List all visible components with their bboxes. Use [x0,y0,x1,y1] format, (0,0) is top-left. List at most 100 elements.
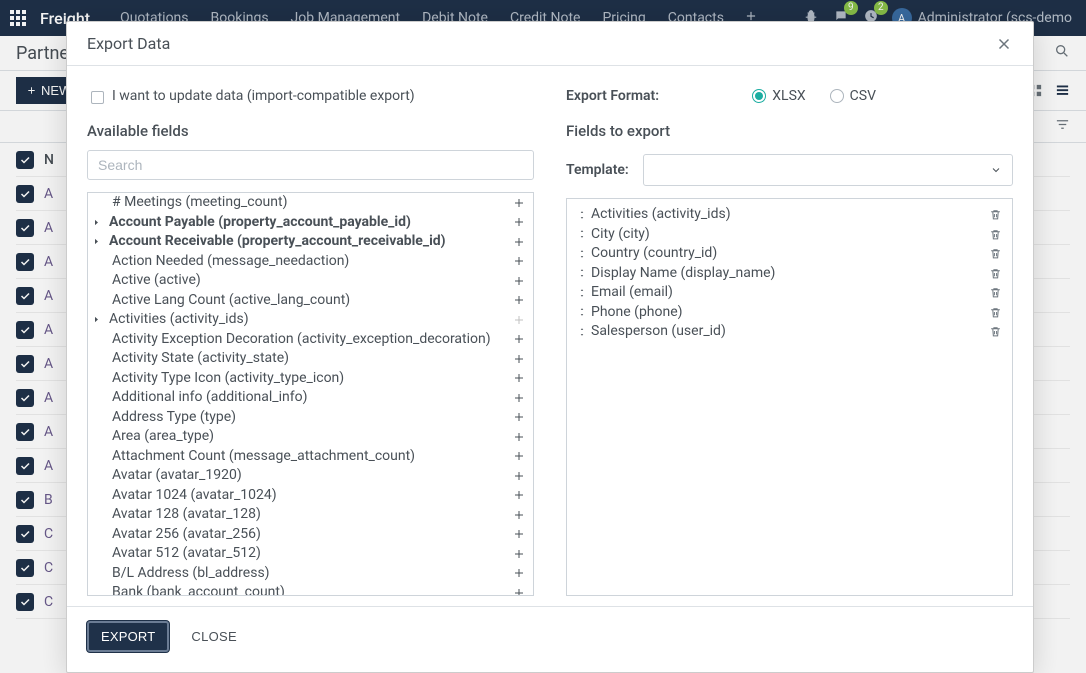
export-field-label: Salesperson (user_id) [591,322,726,342]
field-label: Avatar 256 (avatar_256) [96,525,261,545]
template-select[interactable] [643,154,1013,186]
chevron-down-icon [990,164,1002,176]
export-field-label: City (city) [591,225,650,245]
caret-icon[interactable] [92,315,104,324]
caret-icon[interactable] [92,237,104,246]
available-field[interactable]: Activity State (activity_state) [88,349,533,369]
drag-handle-icon[interactable] [577,229,587,239]
field-label: Account Receivable (property_account_rec… [105,232,446,252]
available-field[interactable]: Bank (bank_account_count) [88,583,533,596]
add-field-icon[interactable] [513,275,525,287]
add-field-icon[interactable] [513,411,525,423]
export-button[interactable]: EXPORT [87,621,169,652]
drag-handle-icon[interactable] [577,268,587,278]
add-field-icon[interactable] [513,450,525,462]
remove-field-icon[interactable] [989,306,1002,319]
available-field[interactable]: Account Receivable (property_account_rec… [88,232,533,252]
add-field-icon[interactable] [513,197,525,209]
available-field[interactable]: Avatar 512 (avatar_512) [88,544,533,564]
available-field[interactable]: Activities (activity_ids) [88,310,533,330]
drag-handle-icon[interactable] [577,249,587,259]
remove-field-icon[interactable] [989,267,1002,280]
remove-field-icon[interactable] [989,208,1002,221]
add-field-icon[interactable] [513,255,525,267]
radio-xlsx[interactable]: XLSX [752,88,805,104]
available-field[interactable]: Avatar (avatar_1920) [88,466,533,486]
add-field-icon[interactable] [513,216,525,228]
modal-title: Export Data [87,34,170,53]
radio-dot [830,89,844,103]
field-label: Avatar (avatar_1920) [96,466,242,486]
export-field[interactable]: Email (email) [573,283,1006,303]
available-field[interactable]: Account Payable (property_account_payabl… [88,213,533,233]
add-field-icon[interactable] [513,548,525,560]
add-field-icon[interactable] [513,372,525,384]
field-label: Area (area_type) [96,427,214,447]
radio-csv-label: CSV [850,88,876,104]
available-field[interactable]: Action Needed (message_needaction) [88,252,533,272]
export-field[interactable]: Display Name (display_name) [573,264,1006,284]
radio-dot [752,89,766,103]
field-label: Active (active) [96,271,201,291]
available-fields-title: Available fields [87,122,534,140]
add-field-icon[interactable] [513,236,525,248]
search-input[interactable] [87,150,534,180]
add-field-icon[interactable] [513,528,525,540]
field-label: Action Needed (message_needaction) [96,252,349,272]
add-field-icon[interactable] [513,489,525,501]
available-field[interactable]: Active Lang Count (active_lang_count) [88,291,533,311]
add-field-icon[interactable] [513,392,525,404]
remove-field-icon[interactable] [989,247,1002,260]
remove-field-icon[interactable] [989,286,1002,299]
radio-csv[interactable]: CSV [830,88,876,104]
available-field[interactable]: Area (area_type) [88,427,533,447]
update-label: I want to update data (import-compatible… [112,88,415,104]
available-field[interactable]: Attachment Count (message_attachment_cou… [88,447,533,467]
add-field-icon[interactable] [513,431,525,443]
fields-to-export-list[interactable]: Activities (activity_ids) City (city) Co… [566,198,1013,596]
add-field-icon[interactable] [513,294,525,306]
export-field-label: Email (email) [591,283,673,303]
field-label: # Meetings (meeting_count) [96,193,287,213]
export-field[interactable]: Country (country_id) [573,244,1006,264]
add-field-icon [513,314,525,326]
export-field[interactable]: City (city) [573,225,1006,245]
field-label: Avatar 1024 (avatar_1024) [96,486,277,506]
add-field-icon[interactable] [513,470,525,482]
export-field[interactable]: Activities (activity_ids) [573,205,1006,225]
drag-handle-icon[interactable] [577,327,587,337]
available-field[interactable]: Additional info (additional_info) [88,388,533,408]
field-label: Activity Exception Decoration (activity_… [96,330,491,350]
available-field[interactable]: Activity Type Icon (activity_type_icon) [88,369,533,389]
available-field[interactable]: Active (active) [88,271,533,291]
caret-icon[interactable] [92,218,104,227]
drag-handle-icon[interactable] [577,210,587,220]
close-icon[interactable] [995,35,1013,53]
available-field[interactable]: Activity Exception Decoration (activity_… [88,330,533,350]
add-field-icon[interactable] [513,333,525,345]
add-field-icon[interactable] [513,353,525,365]
close-button[interactable]: CLOSE [185,628,243,645]
export-field[interactable]: Phone (phone) [573,303,1006,323]
available-field[interactable]: Avatar 256 (avatar_256) [88,525,533,545]
update-checkbox[interactable] [91,91,104,104]
available-field[interactable]: # Meetings (meeting_count) [88,193,533,213]
add-field-icon[interactable] [513,567,525,579]
export-field-label: Display Name (display_name) [591,264,775,284]
available-field[interactable]: B/L Address (bl_address) [88,564,533,584]
remove-field-icon[interactable] [989,325,1002,338]
available-field[interactable]: Avatar 1024 (avatar_1024) [88,486,533,506]
remove-field-icon[interactable] [989,228,1002,241]
field-label: Attachment Count (message_attachment_cou… [96,447,415,467]
add-field-icon[interactable] [513,587,525,596]
available-field[interactable]: Avatar 128 (avatar_128) [88,505,533,525]
export-field-label: Activities (activity_ids) [591,205,731,225]
drag-handle-icon[interactable] [577,307,587,317]
modal-body: I want to update data (import-compatible… [67,66,1033,606]
export-field[interactable]: Salesperson (user_id) [573,322,1006,342]
available-fields-tree[interactable]: # Meetings (meeting_count) Account Payab… [87,192,534,596]
add-field-icon[interactable] [513,509,525,521]
drag-handle-icon[interactable] [577,288,587,298]
available-field[interactable]: Address Type (type) [88,408,533,428]
template-label: Template: [566,162,629,178]
